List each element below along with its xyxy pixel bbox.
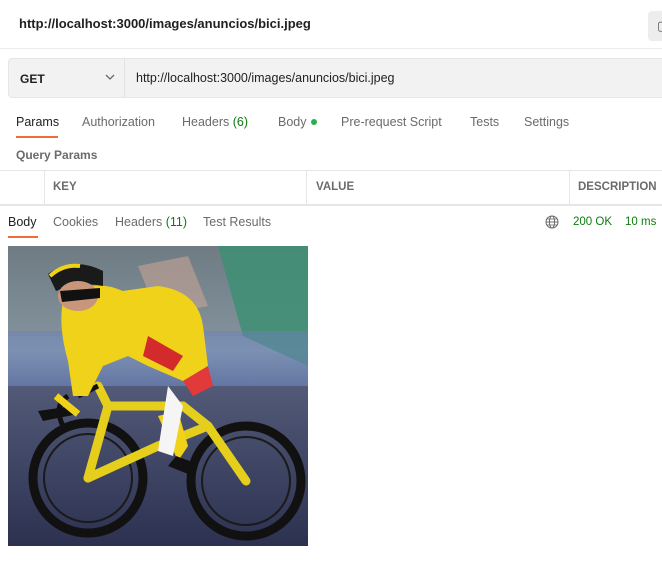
response-time[interactable]: 10 ms [625, 216, 656, 228]
tab-label: Authorization [82, 115, 155, 129]
tab-label: Headers [115, 215, 163, 229]
column-description: DESCRIPTION [569, 171, 662, 204]
column-header-value: VALUE [316, 181, 355, 193]
status-badge[interactable]: 200 OK [573, 216, 612, 228]
column-header-key: KEY [53, 181, 77, 193]
tab-label: Tests [470, 115, 500, 129]
tab-body[interactable]: Body [278, 115, 317, 129]
tab-test-results[interactable]: Test Results [203, 215, 271, 229]
query-params-title: Query Params [16, 148, 98, 162]
column-value: VALUE [306, 171, 570, 204]
active-tab-indicator [16, 136, 58, 138]
chevron-down-icon [105, 74, 115, 80]
tab-label: Cookies [53, 215, 99, 229]
body-indicator-dot [310, 118, 317, 125]
save-button[interactable]: ▢ [648, 11, 662, 41]
tab-response-body[interactable]: Body [8, 215, 37, 229]
request-bar: GET http://localhost:3000/images/anuncio… [8, 58, 662, 98]
response-divider[interactable] [0, 205, 662, 206]
tab-response-headers[interactable]: Headers (11) [115, 215, 187, 229]
tab-tests[interactable]: Tests [470, 115, 499, 129]
url-input[interactable]: http://localhost:3000/images/anuncios/bi… [136, 71, 395, 85]
tab-params[interactable]: Params [16, 115, 59, 129]
tab-cookies[interactable]: Cookies [53, 215, 98, 229]
column-header-description: DESCRIPTION [578, 181, 657, 193]
tab-settings[interactable]: Settings [524, 115, 569, 129]
method-label: GET [20, 72, 45, 86]
tab-label: Body [278, 115, 307, 129]
request-tab-title[interactable]: http://localhost:3000/images/anuncios/bi… [19, 16, 311, 31]
doc-icon: ▢ [657, 18, 662, 34]
tab-count: (11) [165, 215, 188, 229]
cyclist-photo [8, 246, 308, 546]
tab-count: (6) [232, 115, 249, 129]
tab-pre-request-script[interactable]: Pre-request Script [341, 115, 442, 129]
active-response-tab-indicator [8, 236, 38, 238]
tab-title-bar: http://localhost:3000/images/anuncios/bi… [0, 0, 662, 49]
tab-authorization[interactable]: Authorization [82, 115, 155, 129]
tab-label: Settings [524, 115, 570, 129]
response-tabs: Body Cookies Headers (11) Test Results 2… [0, 208, 662, 238]
tab-label: Body [8, 215, 37, 229]
tab-headers[interactable]: Headers (6) [182, 115, 248, 129]
params-table-header: KEY VALUE DESCRIPTION [0, 170, 662, 205]
method-select[interactable]: GET [9, 59, 125, 97]
tab-label: Pre-request Script [341, 115, 442, 129]
tab-label: Headers [182, 115, 230, 129]
request-tabs: Params Authorization Headers (6) Body Pr… [0, 108, 662, 140]
globe-icon[interactable] [545, 215, 559, 229]
response-image [8, 246, 308, 546]
column-key: KEY [44, 171, 307, 204]
tab-label: Test Results [203, 215, 272, 229]
tab-label: Params [16, 115, 60, 129]
